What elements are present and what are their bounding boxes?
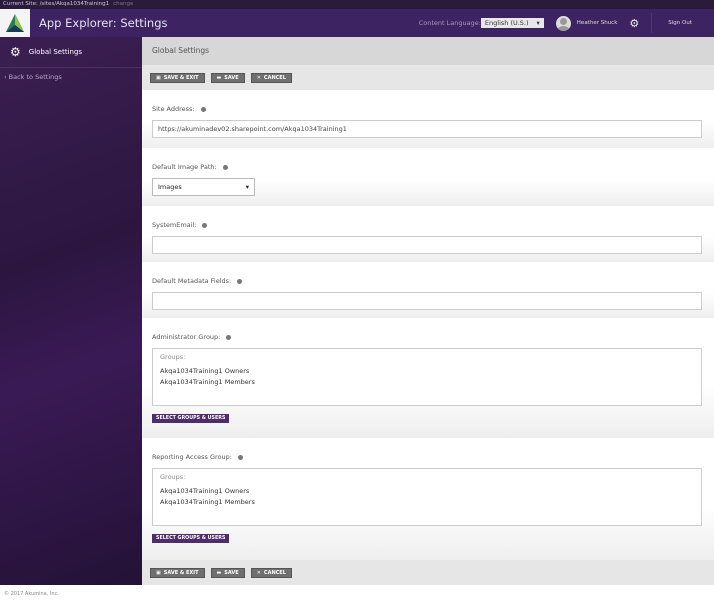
save-exit-icon: ▣: [156, 569, 161, 576]
info-icon[interactable]: [226, 334, 232, 340]
close-icon: ✕: [256, 569, 261, 576]
admin-group-section: Administrator Group: Groups: Akqa1034Tra…: [142, 318, 714, 438]
save-exit-label: SAVE & EXIT: [163, 74, 199, 81]
groups-heading: Groups:: [160, 473, 186, 481]
list-item: Akqa1034Training1 Members: [160, 498, 255, 506]
app-header: App Explorer: Settings Content Language:…: [0, 9, 714, 37]
system-email-section: SystemEmail:: [142, 206, 714, 262]
top-toolbar: ▣ SAVE & EXIT ▬ SAVE ✕ CANCEL: [142, 65, 714, 90]
sidebar-item-global-settings[interactable]: ⚙ Global Settings: [0, 37, 142, 68]
metadata-label: Default Metadata Fields:: [152, 277, 232, 285]
change-site-link[interactable]: change: [113, 1, 133, 7]
user-name[interactable]: Heather Shuck: [577, 20, 618, 26]
sign-out-link[interactable]: Sign Out: [651, 13, 714, 33]
content-language-label: Content Language:: [418, 19, 481, 27]
save-exit-button[interactable]: ▣ SAVE & EXIT: [150, 72, 205, 83]
info-icon[interactable]: [237, 454, 243, 460]
info-icon[interactable]: [237, 278, 243, 284]
save-exit-icon: ▣: [156, 74, 161, 81]
cancel-label: CANCEL: [263, 74, 286, 81]
reporting-group-section: Reporting Access Group: Groups: Akqa1034…: [142, 438, 714, 560]
save-label: SAVE: [224, 569, 239, 576]
gear-icon[interactable]: ⚙: [629, 17, 639, 30]
gears-icon: ⚙: [10, 45, 21, 59]
site-address-input[interactable]: https://akuminadev02.sharepoint.com/Akqa…: [152, 120, 702, 138]
current-site-text: Current Site: /sites/Akqa1034Training1: [3, 1, 110, 7]
chevron-down-icon: ▾: [245, 183, 249, 191]
site-address-section: Site Address: https://akuminadev02.share…: [142, 90, 714, 148]
chevron-down-icon: ▾: [536, 19, 540, 27]
cancel-button[interactable]: ✕ CANCEL: [250, 72, 292, 83]
select-groups-users-button[interactable]: SELECT GROUPS & USERS: [152, 414, 230, 423]
system-email-input[interactable]: [152, 236, 702, 254]
metadata-section: Default Metadata Fields:: [142, 262, 714, 318]
image-path-label: Default Image Path:: [152, 163, 217, 171]
cancel-label: CANCEL: [263, 569, 286, 576]
site-address-label: Site Address:: [152, 105, 195, 113]
main-content: Global Settings ▣ SAVE & EXIT ▬ SAVE ✕ CANC…: [142, 37, 714, 585]
copyright: © 2017 Akumina, Inc.: [4, 591, 59, 597]
metadata-input[interactable]: [152, 292, 702, 310]
image-path-value: Images: [158, 183, 182, 191]
admin-groups-box: Groups: Akqa1034Training1 Owners Akqa103…: [152, 348, 702, 406]
admin-group-label: Administrator Group:: [152, 333, 221, 341]
save-button[interactable]: ▬ SAVE: [210, 567, 245, 578]
akumina-logo: [0, 9, 30, 37]
content-language-select[interactable]: English (U.S.) ▾: [480, 18, 544, 28]
app-title: App Explorer: Settings: [39, 16, 168, 30]
save-icon: ▬: [216, 74, 222, 81]
image-path-select[interactable]: Images ▾: [152, 178, 255, 196]
list-item: Akqa1034Training1 Members: [160, 378, 255, 386]
save-button[interactable]: ▬ SAVE: [210, 72, 245, 83]
user-avatar[interactable]: [555, 15, 571, 31]
current-site-bar: Current Site: /sites/Akqa1034Training1 ch…: [0, 0, 714, 9]
save-exit-button[interactable]: ▣ SAVE & EXIT: [150, 567, 205, 578]
system-email-label: SystemEmail:: [152, 221, 197, 229]
save-label: SAVE: [224, 74, 239, 81]
info-icon[interactable]: [222, 164, 228, 170]
reporting-group-label: Reporting Access Group:: [152, 453, 232, 461]
select-groups-users-button[interactable]: SELECT GROUPS & USERS: [152, 534, 230, 543]
sidebar: ⚙ Global Settings ‹ Back to Settings: [0, 37, 142, 585]
list-item: Akqa1034Training1 Owners: [160, 367, 250, 375]
image-path-section: Default Image Path: Images ▾: [142, 148, 714, 206]
info-icon[interactable]: [202, 222, 208, 228]
bottom-toolbar: ▣ SAVE & EXIT ▬ SAVE ✕ CANCEL: [142, 560, 714, 585]
groups-heading: Groups:: [160, 353, 186, 361]
reporting-groups-box: Groups: Akqa1034Training1 Owners Akqa103…: [152, 468, 702, 526]
cancel-button[interactable]: ✕ CANCEL: [250, 567, 292, 578]
back-to-settings-link[interactable]: ‹ Back to Settings: [0, 68, 142, 86]
save-exit-label: SAVE & EXIT: [163, 569, 199, 576]
info-icon[interactable]: [200, 106, 206, 112]
close-icon: ✕: [256, 74, 261, 81]
page-title: Global Settings: [142, 37, 714, 65]
language-value: English (U.S.): [484, 19, 529, 27]
save-icon: ▬: [216, 569, 222, 576]
sidebar-title: Global Settings: [28, 48, 83, 56]
list-item: Akqa1034Training1 Owners: [160, 487, 250, 495]
